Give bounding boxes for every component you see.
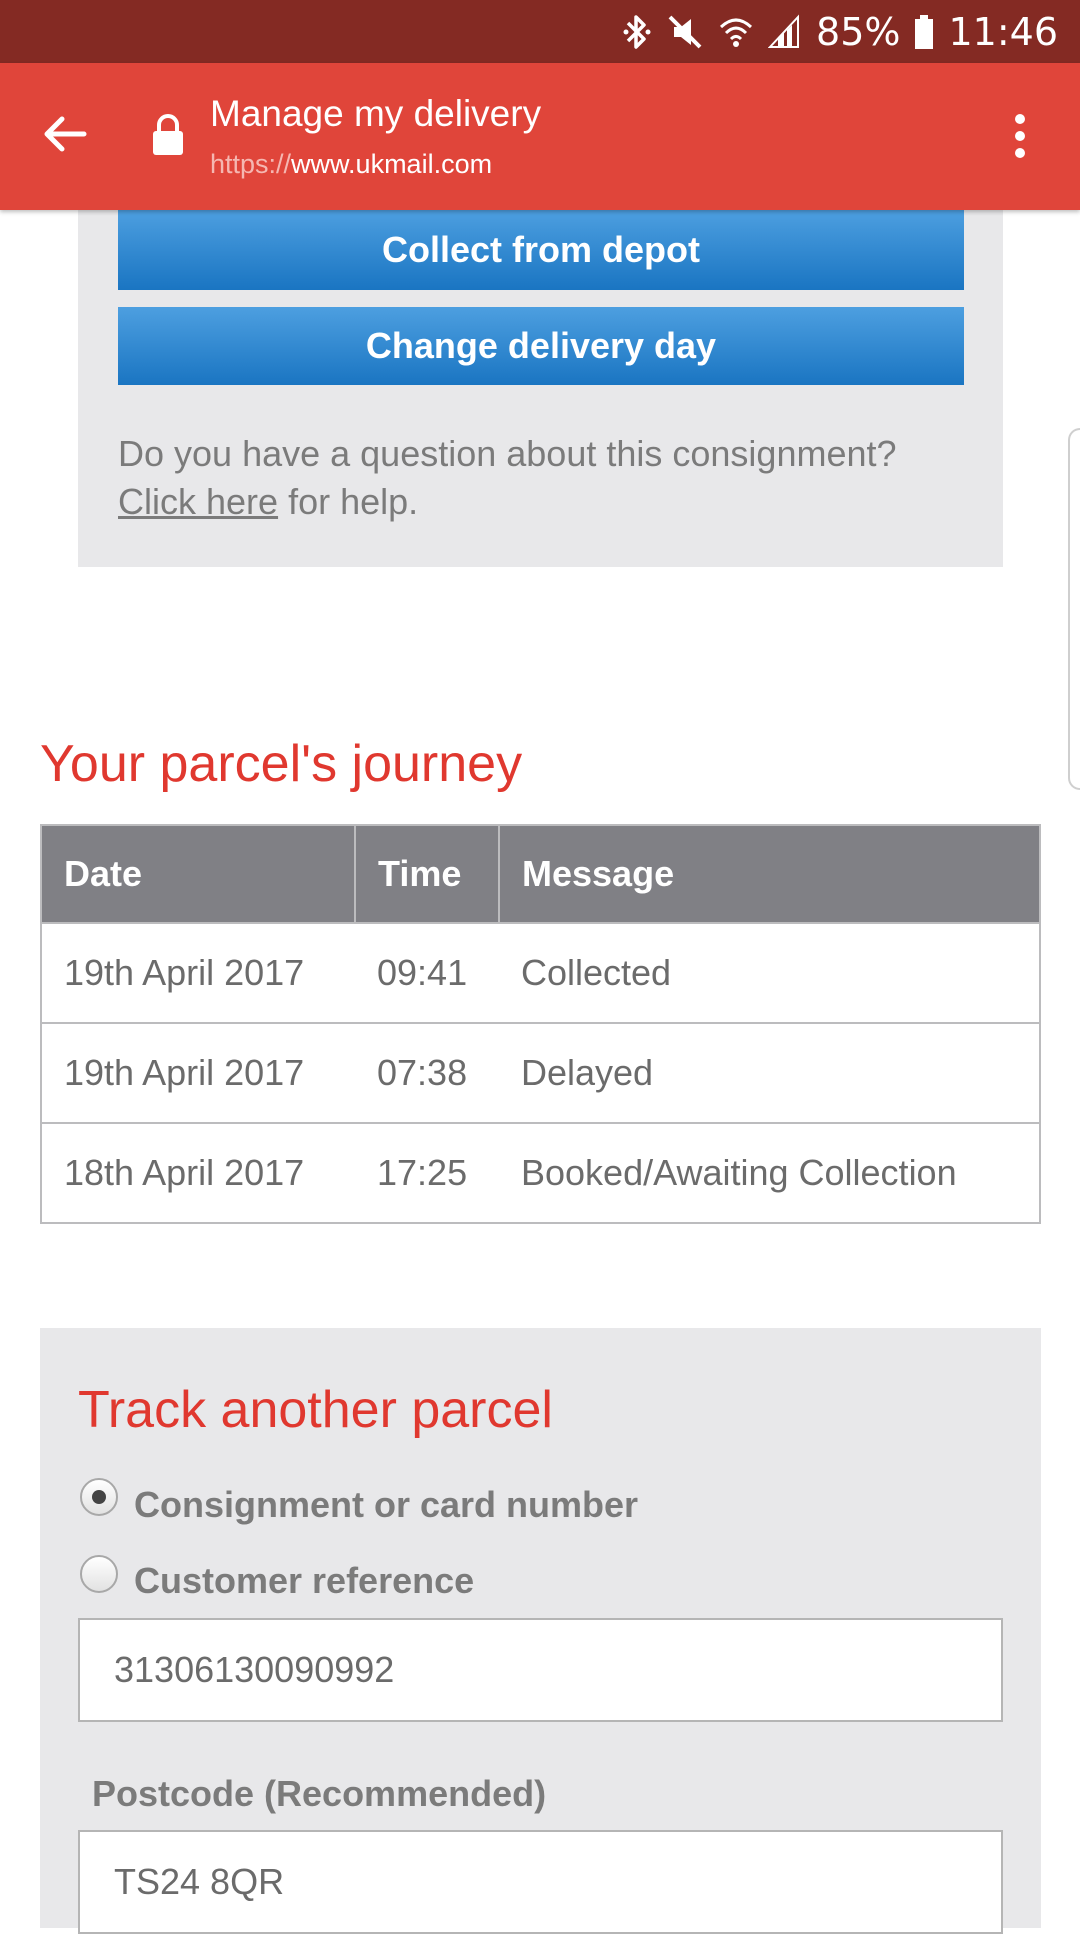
status-icons: 85% 11:46 [622,0,1058,63]
table-row: 19th April 2017 07:38 Delayed [40,1023,1041,1124]
consignment-number-input[interactable]: 31306130090992 [78,1618,1003,1722]
row-time: 09:41 [355,923,499,1024]
column-header-date: Date [40,824,356,924]
signal-icon [768,13,800,48]
mute-icon [668,15,702,48]
table-row: 18th April 2017 17:25 Booked/Awaiting Co… [40,1123,1041,1224]
page-title[interactable]: Manage my delivery [210,93,541,135]
bluetooth-icon [623,14,651,49]
journey-table: Date Time Message 19th April 2017 09:41 … [40,824,1041,1224]
row-date: 18th April 2017 [40,1123,355,1224]
help-prefix: Do you have a question about this consig… [118,433,897,474]
browser-toolbar: Manage my delivery https://www.ukmail.co… [0,63,1080,210]
consignment-radio[interactable] [80,1478,118,1516]
change-delivery-day-button[interactable]: Change delivery day [118,307,964,385]
column-header-time: Time [354,824,500,924]
postcode-label: Postcode (Recommended) [92,1773,547,1814]
row-message: Booked/Awaiting Collection [499,1123,1041,1224]
row-date: 19th April 2017 [40,923,355,1024]
url-scheme: https:// [210,149,292,179]
journey-heading: Your parcel's journey [40,735,523,793]
help-text: Do you have a question about this consig… [118,430,938,526]
wifi-icon [719,18,753,47]
battery-percent: 85% [816,9,901,54]
help-link[interactable]: Click here [118,481,278,522]
row-message: Collected [499,923,1041,1024]
lock-icon [153,114,183,155]
table-row: 19th April 2017 09:41 Collected [40,923,1041,1024]
column-header-message: Message [498,824,1041,924]
track-heading: Track another parcel [78,1381,553,1439]
row-time: 17:25 [355,1123,499,1224]
url-host: www.ukmail.com [291,149,493,179]
row-date: 19th April 2017 [40,1023,355,1124]
battery-icon [915,14,934,49]
collect-from-depot-button[interactable]: Collect from depot [118,210,964,290]
back-arrow-icon[interactable] [40,109,90,159]
customer-reference-radio-label[interactable]: Customer reference [134,1560,474,1602]
page-url[interactable]: https://www.ukmail.com [210,149,492,180]
postcode-input[interactable]: TS24 8QR [78,1830,1003,1934]
customer-reference-radio[interactable] [80,1555,118,1593]
row-message: Delayed [499,1023,1041,1124]
table-header-row: Date Time Message [40,824,1041,924]
overflow-menu-icon[interactable] [1000,111,1040,161]
status-bar: 85% 11:46 [0,0,1080,63]
help-suffix: for help. [278,481,419,522]
consignment-radio-label[interactable]: Consignment or card number [134,1484,638,1526]
edge-panel-handle[interactable] [1068,428,1080,790]
clock: 11:46 [948,9,1058,54]
row-time: 07:38 [355,1023,499,1124]
